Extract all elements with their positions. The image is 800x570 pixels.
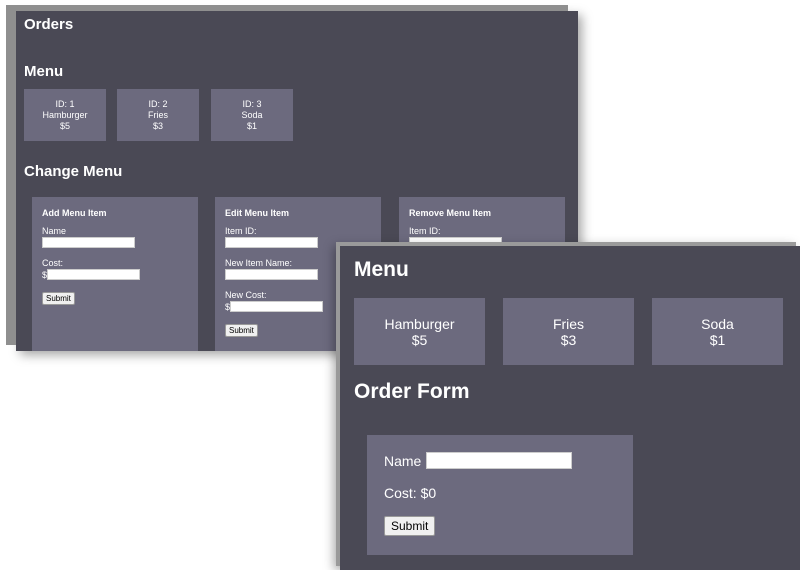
form-title: Remove Menu Item bbox=[409, 208, 492, 218]
cost-label: Cost: bbox=[42, 258, 64, 268]
form-title: Add Menu Item bbox=[42, 208, 107, 218]
order-form-heading: Order Form bbox=[354, 380, 470, 403]
order-window: Menu Hamburger $5 Fries $3 Soda $1 Order… bbox=[340, 246, 800, 570]
menu-card-1: ID: 1 Hamburger $5 bbox=[24, 89, 106, 141]
add-menu-item-form: Add Menu Item Name Cost: $ Submit bbox=[32, 197, 198, 351]
order-submit-button[interactable]: Submit bbox=[384, 516, 436, 536]
menu-card-id: ID: 2 bbox=[148, 98, 168, 109]
order-name-input[interactable] bbox=[426, 452, 573, 469]
menu-card-price: $3 bbox=[152, 120, 163, 131]
menu-card-hamburger: Hamburger $5 bbox=[354, 298, 485, 365]
menu-card-name: Soda bbox=[241, 109, 263, 120]
menu-card-price: $5 bbox=[59, 120, 70, 131]
menu-card-name: Hamburger bbox=[42, 109, 88, 120]
name-label: Name bbox=[384, 452, 422, 469]
item-id-label: Item ID: bbox=[225, 226, 257, 236]
edit-name-input[interactable] bbox=[225, 269, 318, 280]
menu-card-price: $3 bbox=[560, 331, 577, 348]
menu-card-price: $5 bbox=[411, 331, 428, 348]
form-title: Edit Menu Item bbox=[225, 208, 290, 218]
menu-card-name: Fries bbox=[552, 315, 585, 332]
menu-card-id: ID: 3 bbox=[242, 98, 262, 109]
menu-card-name: Soda bbox=[701, 315, 734, 332]
menu-card-name: Hamburger bbox=[384, 315, 455, 332]
menu-card-3: ID: 3 Soda $1 bbox=[211, 89, 293, 141]
menu-card-price: $1 bbox=[709, 331, 726, 348]
edit-submit-button[interactable]: Submit bbox=[225, 324, 258, 337]
menu-heading: Menu bbox=[24, 63, 64, 80]
order-cost-text: Cost: $0 bbox=[384, 485, 437, 501]
name-label: Name bbox=[42, 226, 67, 236]
add-submit-button[interactable]: Submit bbox=[42, 292, 75, 305]
menu-card-soda: Soda $1 bbox=[652, 298, 783, 365]
add-name-input[interactable] bbox=[42, 237, 135, 248]
item-id-label: Item ID: bbox=[409, 226, 441, 236]
edit-cost-input[interactable] bbox=[230, 301, 324, 312]
menu-card-name: Fries bbox=[148, 109, 168, 120]
add-cost-input[interactable] bbox=[47, 269, 141, 280]
edit-id-input[interactable] bbox=[225, 237, 318, 248]
order-form: Name Cost: $0 Submit bbox=[367, 435, 633, 555]
menu-card-fries: Fries $3 bbox=[503, 298, 634, 365]
page-title: Orders bbox=[24, 16, 74, 33]
menu-card-2: ID: 2 Fries $3 bbox=[117, 89, 199, 141]
menu-card-price: $1 bbox=[246, 120, 257, 131]
menu-heading: Menu bbox=[354, 258, 409, 281]
change-menu-heading: Change Menu bbox=[24, 163, 123, 180]
menu-card-id: ID: 1 bbox=[55, 98, 75, 109]
